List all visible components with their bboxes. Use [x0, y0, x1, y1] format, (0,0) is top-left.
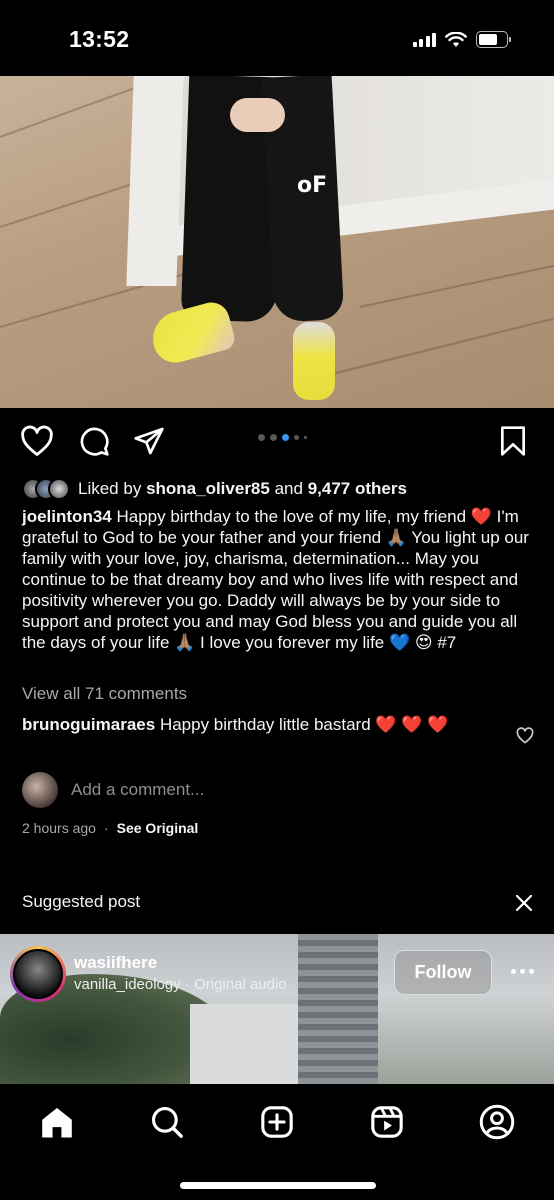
home-icon	[42, 1107, 72, 1138]
tab-reels[interactable]	[367, 1102, 407, 1142]
comment-text: Happy birthday little bastard ❤️ ❤️ ❤️	[159, 715, 449, 734]
tab-create[interactable]	[257, 1102, 297, 1142]
meta-separator: ·	[103, 820, 109, 836]
avatar	[22, 772, 58, 808]
more-options-icon[interactable]	[511, 969, 534, 974]
post-image[interactable]: oF	[0, 76, 554, 408]
comment: brunoguimaraes Happy birthday little bas…	[22, 714, 492, 736]
bookmark-icon[interactable]	[499, 425, 527, 457]
liked-others-link[interactable]: 9,477 others	[308, 479, 407, 498]
liked-and-label: and	[274, 479, 303, 498]
status-time: 13:52	[69, 26, 130, 52]
caption-text: Happy birthday to the love of my life, m…	[22, 507, 529, 652]
status-icons	[412, 31, 511, 48]
tab-home[interactable]	[37, 1102, 77, 1142]
carousel-dot	[304, 436, 307, 439]
suggested-audio-link[interactable]: vanilla_ideology · Original audio	[74, 976, 287, 993]
follow-button[interactable]: Follow	[394, 950, 492, 995]
reels-icon	[371, 1106, 403, 1138]
suggested-username[interactable]: wasiifhere	[74, 953, 157, 973]
carousel-dot-active	[282, 434, 289, 441]
carousel-dot	[258, 434, 265, 441]
profile-icon	[479, 1104, 515, 1140]
create-icon	[261, 1106, 293, 1138]
suggested-post-label: Suggested post	[22, 892, 141, 911]
battery-icon	[476, 31, 511, 48]
tab-profile[interactable]	[477, 1102, 517, 1142]
close-icon[interactable]	[514, 893, 534, 913]
tab-search[interactable]	[147, 1102, 187, 1142]
home-indicator[interactable]	[180, 1182, 376, 1189]
comment-like-heart-icon[interactable]	[516, 727, 534, 744]
caption-username-link[interactable]: joelinton34	[22, 507, 112, 526]
liked-by-user-link[interactable]: shona_oliver85	[146, 479, 270, 498]
add-comment-row[interactable]: Add a comment...	[22, 772, 204, 808]
likes-summary[interactable]: Liked by shona_oliver85 and 9,477 others	[22, 478, 407, 500]
comment-icon[interactable]	[78, 425, 110, 457]
carousel-dot	[270, 434, 277, 441]
wifi-icon	[445, 31, 467, 47]
post-meta: 2 hours ago · See Original	[22, 820, 198, 836]
likes-text: Liked by shona_oliver85 and 9,477 others	[78, 479, 407, 499]
heart-icon[interactable]	[20, 425, 54, 457]
carousel-indicator	[258, 434, 307, 441]
avatar	[48, 478, 70, 500]
view-all-comments-link[interactable]: View all 71 comments	[22, 684, 187, 704]
status-bar: 13:52	[0, 0, 554, 76]
liked-by-label: Liked by	[78, 479, 142, 498]
suggested-user-avatar[interactable]	[10, 946, 66, 1002]
signal-icon	[412, 32, 436, 47]
carousel-dot	[294, 435, 299, 440]
post-caption: joelinton34 Happy birthday to the love o…	[22, 506, 534, 653]
see-original-link[interactable]: See Original	[117, 820, 199, 836]
search-icon	[151, 1106, 183, 1138]
post-time: 2 hours ago	[22, 820, 96, 836]
share-icon[interactable]	[133, 425, 165, 457]
liker-avatars	[22, 478, 70, 500]
add-comment-input[interactable]: Add a comment...	[71, 780, 204, 800]
comment-username-link[interactable]: brunoguimaraes	[22, 715, 155, 734]
